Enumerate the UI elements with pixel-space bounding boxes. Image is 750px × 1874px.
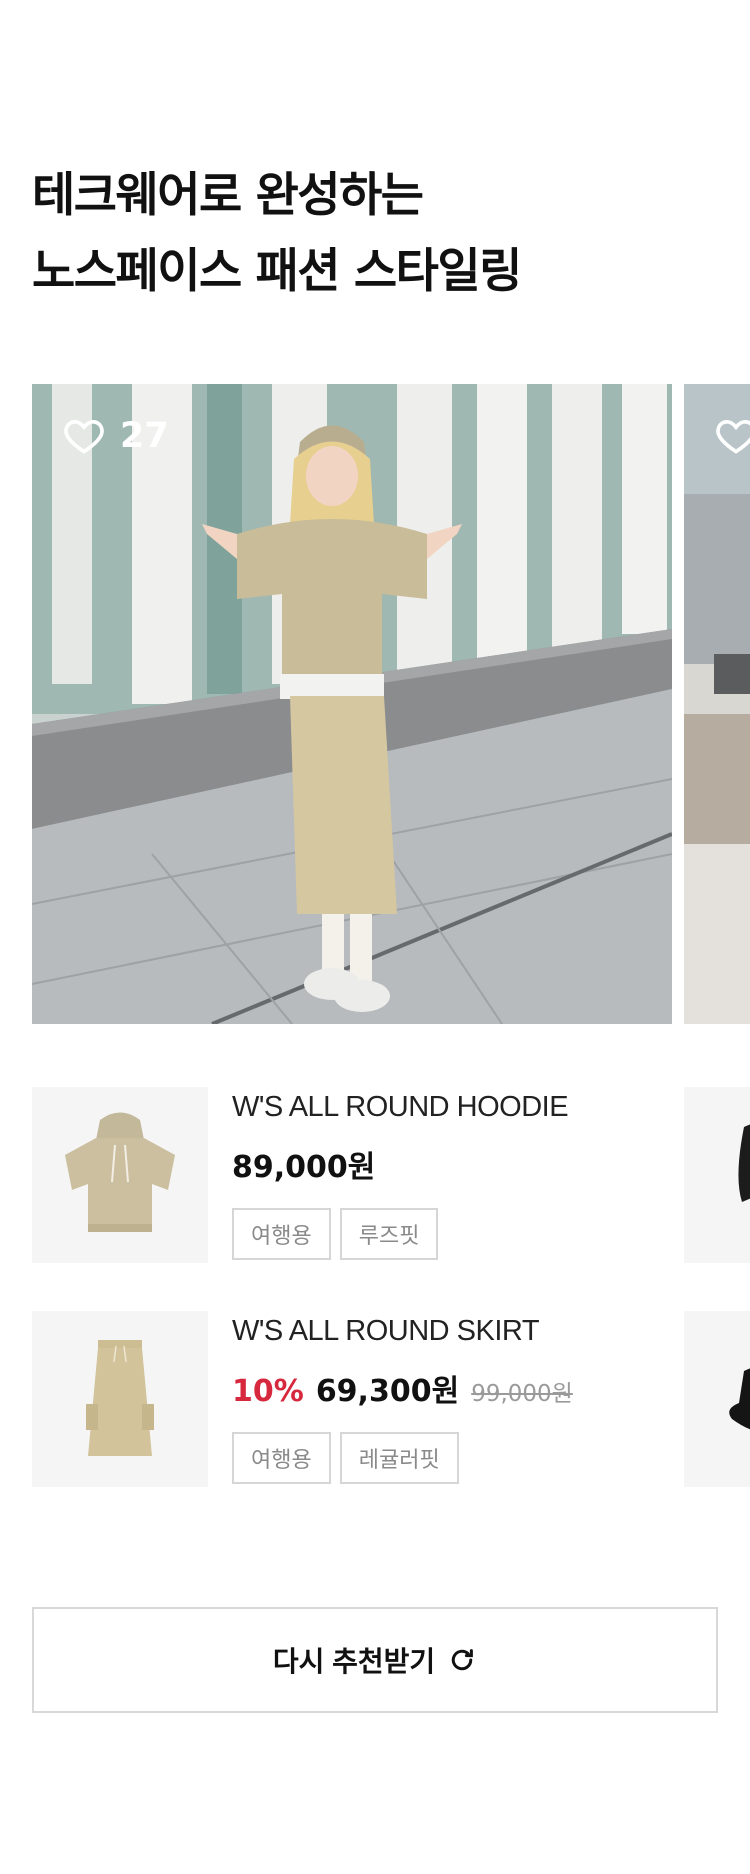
- product-tag[interactable]: 여행용: [232, 1432, 331, 1484]
- product-thumbnail-next[interactable]: [684, 1311, 750, 1487]
- styling-slide[interactable]: 27: [32, 384, 672, 1024]
- styling-photo-next: [684, 384, 750, 1024]
- section-title-line1: 테크웨어로 완성하는: [32, 168, 424, 223]
- product-name[interactable]: W'S ALL ROUND SKIRT: [232, 1315, 702, 1348]
- styling-photo: [32, 384, 672, 1024]
- like-indicator[interactable]: 27: [62, 414, 169, 458]
- product-name[interactable]: W'S ALL ROUND HOODIE: [232, 1091, 702, 1124]
- product-list: W'S ALL ROUND HOODIE 89,000원 여행용 루즈핏 W'S…: [32, 1087, 750, 1487]
- black-jacket-product-image: [738, 1124, 750, 1202]
- product-price: 69,300원: [315, 1374, 460, 1409]
- product-tags: 여행용 레귤러핏: [232, 1432, 702, 1484]
- refresh-icon: [451, 1649, 474, 1671]
- price-row: 89,000원: [232, 1142, 702, 1186]
- original-price: 99,000원: [471, 1381, 573, 1407]
- refresh-recommendation-button[interactable]: 다시 추천받기: [32, 1607, 718, 1713]
- product-thumbnail[interactable]: [32, 1311, 208, 1487]
- product-tag[interactable]: 루즈핏: [339, 1208, 439, 1260]
- product-price: 89,000원: [232, 1150, 376, 1185]
- styling-slide-next[interactable]: [684, 384, 750, 1024]
- styling-carousel[interactable]: 27: [32, 384, 750, 1024]
- heart-outline-icon[interactable]: [62, 414, 106, 458]
- discount-rate: 10%: [232, 1374, 304, 1409]
- product-info: W'S ALL ROUND HOODIE 89,000원 여행용 루즈핏: [232, 1087, 702, 1260]
- product-item[interactable]: W'S ALL ROUND HOODIE 89,000원 여행용 루즈핏: [32, 1087, 712, 1263]
- product-tag[interactable]: 레귤러핏: [339, 1432, 459, 1484]
- product-item[interactable]: W'S ALL ROUND SKIRT 10% 69,300원 99,000원 …: [32, 1311, 712, 1487]
- like-count: 27: [120, 416, 169, 456]
- refresh-button-label: 다시 추천받기: [272, 1646, 436, 1677]
- skirt-product-image: [86, 1340, 154, 1456]
- product-info: W'S ALL ROUND SKIRT 10% 69,300원 99,000원 …: [232, 1311, 702, 1484]
- product-thumbnail[interactable]: [32, 1087, 208, 1263]
- hoodie-product-image: [65, 1112, 175, 1232]
- product-tags: 여행용 루즈핏: [232, 1208, 702, 1260]
- price-row: 10% 69,300원 99,000원: [232, 1366, 702, 1410]
- product-tag[interactable]: 여행용: [232, 1208, 331, 1260]
- section-title: 테크웨어로 완성하는 노스페이스 패션 스타일링: [32, 158, 712, 310]
- product-thumbnail-next[interactable]: [684, 1087, 750, 1263]
- like-indicator-next[interactable]: [714, 414, 750, 458]
- black-hat-product-image: [729, 1368, 750, 1430]
- section-title-line2: 노스페이스 패션 스타일링: [32, 244, 522, 299]
- heart-outline-icon[interactable]: [714, 414, 750, 458]
